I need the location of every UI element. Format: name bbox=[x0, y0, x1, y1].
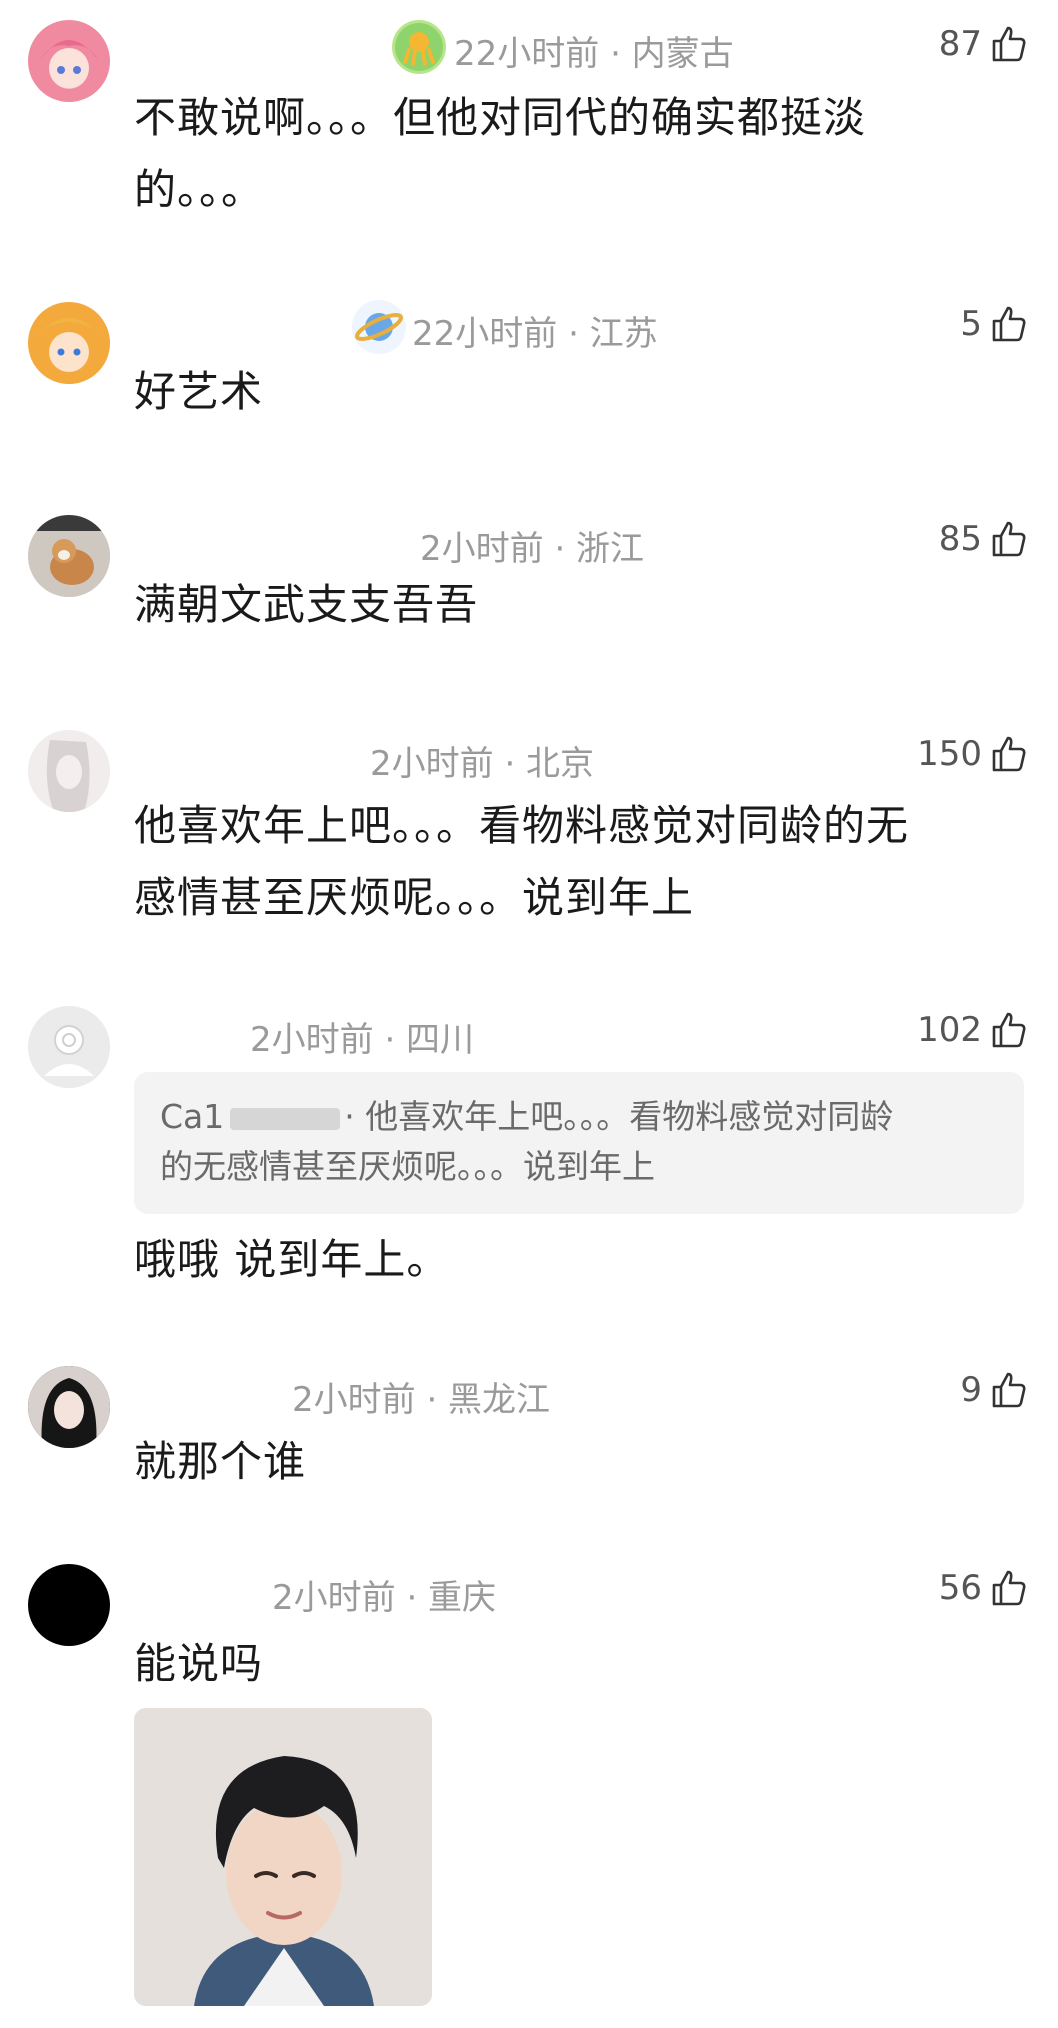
redacted-name bbox=[230, 1107, 341, 1130]
avatar[interactable] bbox=[28, 730, 110, 812]
comment-item: 22小时前 · 江苏 5 好艺术 bbox=[0, 280, 1058, 480]
comment-meta: 2小时前 · 黑龙江 bbox=[292, 1380, 551, 1420]
thumbs-up-icon bbox=[992, 306, 1026, 342]
avatar[interactable] bbox=[28, 302, 110, 384]
comment-meta: 2小时前 · 浙江 bbox=[420, 529, 645, 569]
like-count: 5 bbox=[960, 304, 982, 344]
quoted-user-name: Ca1 bbox=[160, 1097, 225, 1136]
comment-text: 不敢说啊。。。但他对同代的确实都挺淡 的。。。 bbox=[134, 82, 1014, 226]
like-count: 9 bbox=[960, 1370, 982, 1410]
like-button[interactable]: 9 bbox=[960, 1370, 1028, 1410]
attached-photo[interactable] bbox=[134, 1708, 432, 2006]
like-count: 150 bbox=[917, 734, 982, 774]
comment-text: 好艺术 bbox=[134, 356, 1014, 428]
comment-line: 满朝文武支支吾吾 bbox=[134, 580, 479, 629]
like-count: 56 bbox=[938, 1568, 982, 1608]
comment-line: 他喜欢年上吧。。。看物料感觉对同龄的无 bbox=[134, 801, 910, 850]
comment-line: 哦哦 说到年上。 bbox=[134, 1235, 450, 1284]
like-count: 102 bbox=[917, 1010, 982, 1050]
comment-line: 能说吗 bbox=[134, 1639, 264, 1688]
avatar[interactable] bbox=[28, 515, 110, 597]
avatar[interactable] bbox=[28, 1564, 110, 1646]
like-count: 85 bbox=[938, 519, 982, 559]
avatar[interactable] bbox=[28, 20, 110, 102]
comment-line: 的。。。 bbox=[134, 165, 265, 214]
like-button[interactable]: 5 bbox=[960, 304, 1028, 344]
like-button[interactable]: 85 bbox=[939, 519, 1028, 559]
comment-item: 2小时前 · 北京 150 他喜欢年上吧。。。看物料感觉对同龄的无 感情甚至厌烦… bbox=[0, 710, 1058, 970]
comment-meta: 2小时前 · 四川 bbox=[250, 1020, 475, 1060]
thumbs-up-icon bbox=[992, 26, 1026, 62]
like-button[interactable]: 150 bbox=[917, 734, 1028, 774]
thumbs-up-icon bbox=[992, 1372, 1026, 1408]
comment-meta: 22小时前 · 内蒙古 bbox=[454, 34, 734, 74]
avatar[interactable] bbox=[28, 1366, 110, 1448]
like-count: 87 bbox=[938, 24, 982, 64]
comment-item: 2小时前 · 重庆 56 能说吗 bbox=[0, 1548, 1058, 2028]
comment-line: 不敢说啊。。。但他对同代的确实都挺淡 bbox=[134, 93, 867, 142]
thumbs-up-icon bbox=[992, 1012, 1026, 1048]
octopus-badge-icon bbox=[392, 20, 446, 74]
quote-line: 的无感情甚至厌烦呢。。。说到年上 bbox=[160, 1147, 655, 1186]
thumbs-up-icon bbox=[992, 736, 1026, 772]
comment-line: 好艺术 bbox=[134, 367, 264, 416]
comment-text: 满朝文武支支吾吾 bbox=[134, 569, 1014, 641]
comment-item: 2小时前 · 黑龙江 9 就那个谁 bbox=[0, 1350, 1058, 1520]
planet-badge-icon bbox=[352, 300, 406, 354]
comment-line: 感情甚至厌烦呢。。。说到年上 bbox=[134, 873, 695, 922]
comment-line: 就那个谁 bbox=[134, 1437, 307, 1486]
like-button[interactable]: 87 bbox=[939, 24, 1028, 64]
avatar[interactable] bbox=[28, 1006, 110, 1088]
comment-meta: 2小时前 · 重庆 bbox=[272, 1578, 497, 1618]
thumbs-up-icon bbox=[992, 1570, 1026, 1606]
like-button[interactable]: 56 bbox=[939, 1568, 1028, 1608]
comment-item: 2小时前 · 四川 102 Ca1 · 他喜欢年上吧。。。看物料感觉对同龄 的无感… bbox=[0, 990, 1058, 1320]
comment-item: 22小时前 · 内蒙古 87 不敢说啊。。。但他对同代的确实都挺淡 的。。。 bbox=[0, 0, 1058, 230]
comment-meta: 2小时前 · 北京 bbox=[370, 744, 595, 784]
comment-text: 哦哦 说到年上。 bbox=[134, 1224, 1014, 1296]
thumbs-up-icon bbox=[992, 521, 1026, 557]
comment-text: 就那个谁 bbox=[134, 1426, 1014, 1498]
quoted-reply[interactable]: Ca1 · 他喜欢年上吧。。。看物料感觉对同龄 的无感情甚至厌烦呢。。。说到年上 bbox=[134, 1072, 1024, 1214]
comment-item: 2小时前 · 浙江 85 满朝文武支支吾吾 bbox=[0, 495, 1058, 695]
like-button[interactable]: 102 bbox=[917, 1010, 1028, 1050]
comment-meta: 22小时前 · 江苏 bbox=[412, 314, 658, 354]
quote-line: Ca1 · 他喜欢年上吧。。。看物料感觉对同龄 bbox=[160, 1092, 998, 1142]
quote-text: · 他喜欢年上吧。。。看物料感觉对同龄 bbox=[344, 1097, 894, 1136]
comment-text: 他喜欢年上吧。。。看物料感觉对同龄的无 感情甚至厌烦呢。。。说到年上 bbox=[134, 790, 1014, 934]
comment-text: 能说吗 bbox=[134, 1628, 1014, 1700]
